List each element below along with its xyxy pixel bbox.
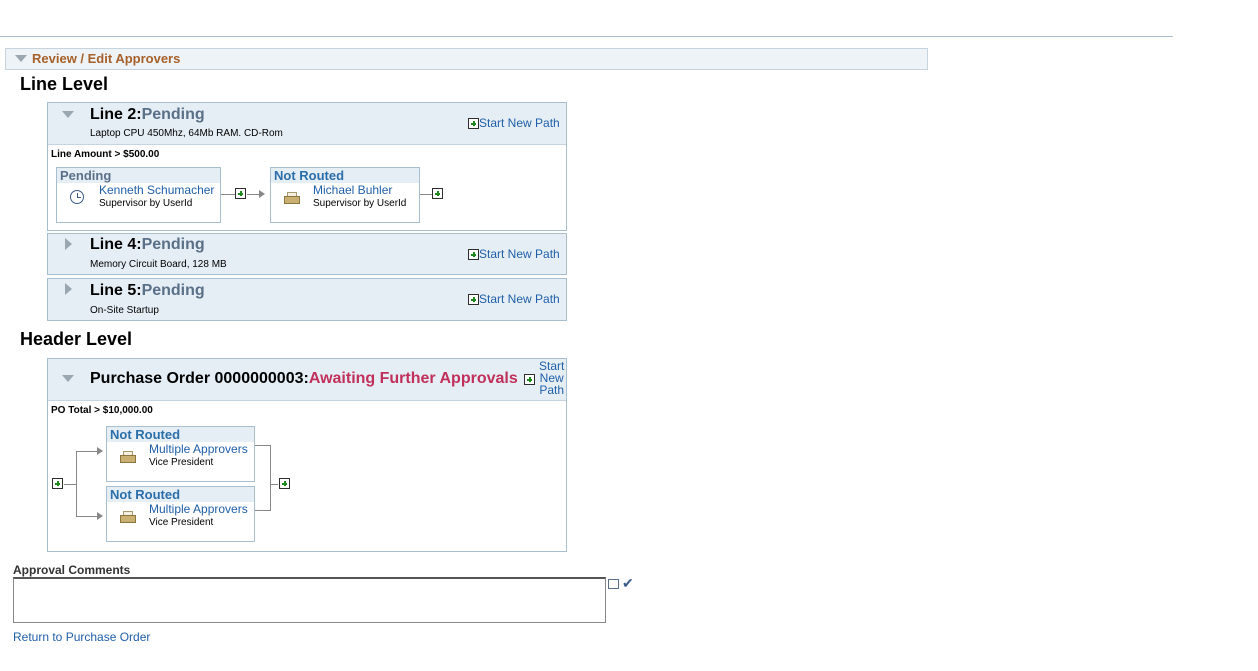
line-5-status: Pending [141, 282, 205, 299]
line-5-description: On-Site Startup [90, 305, 159, 316]
line-5-header: Line 5:Pending On-Site Startup Start New… [48, 279, 566, 320]
line-5-panel: Line 5:Pending On-Site Startup Start New… [47, 278, 567, 321]
connector-line [221, 194, 235, 195]
approver-name-link[interactable]: Multiple Approvers [149, 442, 248, 456]
spell-check-icon[interactable]: ✔ [622, 575, 634, 592]
line-2-criteria: Line Amount > $500.00 [51, 149, 160, 160]
purchase-order-header: Purchase Order 0000000003:Awaiting Furth… [48, 359, 566, 401]
insert-approver-icon[interactable] [279, 478, 290, 489]
line-2-start-new-path[interactable]: Start New Path [468, 116, 560, 130]
approval-comments-input[interactable] [13, 577, 606, 623]
arrow-right-icon [97, 512, 103, 520]
connector-line [76, 451, 77, 517]
approver-name-link[interactable]: Multiple Approvers [149, 502, 248, 516]
step-status: Not Routed [107, 427, 254, 442]
add-path-icon[interactable] [468, 294, 479, 306]
add-path-icon[interactable] [468, 118, 479, 130]
approver-name-link[interactable]: Michael Buhler [313, 183, 392, 197]
add-path-icon[interactable] [524, 374, 535, 385]
connector-line [270, 484, 278, 485]
insert-approver-icon[interactable] [432, 188, 443, 199]
inbox-icon [120, 451, 136, 463]
header-level-title: Header Level [20, 329, 133, 349]
step-status: Not Routed [107, 487, 254, 502]
connector-line [420, 194, 432, 195]
approver-step-kenneth: Pending Kenneth Schumacher Supervisor by… [56, 167, 221, 223]
line-2-panel: Line 2:Pending Laptop CPU 450Mhz, 64Mb R… [47, 102, 567, 231]
line-4-description: Memory Circuit Board, 128 MB [90, 259, 227, 270]
connector-line [255, 510, 270, 511]
approval-comments-label: Approval Comments [13, 563, 131, 577]
insert-approver-icon[interactable] [235, 188, 246, 199]
po-status: Awaiting Further Approvals [308, 370, 518, 387]
collapse-triangle-icon[interactable] [15, 55, 27, 62]
line-2-status: Pending [141, 106, 205, 123]
expand-triangle-icon[interactable] [65, 283, 72, 295]
approver-step-vp-2: Not Routed Multiple Approvers Vice Presi… [106, 486, 255, 542]
line-level-title: Line Level [20, 74, 109, 94]
approver-step-vp-1: Not Routed Multiple Approvers Vice Presi… [106, 426, 255, 482]
section-title: Review / Edit Approvers [32, 51, 181, 66]
line-2-description: Laptop CPU 450Mhz, 64Mb RAM. CD-Rom [90, 128, 283, 139]
inbox-icon [284, 192, 300, 204]
line-4-header: Line 4:Pending Memory Circuit Board, 128… [48, 234, 566, 274]
review-edit-approvers-header[interactable]: Review / Edit Approvers [5, 48, 928, 70]
line-4-title: Line 4:Pending [90, 236, 205, 253]
line-5-title: Line 5:Pending [90, 282, 205, 299]
connector-line [255, 445, 270, 446]
approver-role: Supervisor by UserId [313, 198, 407, 209]
approver-step-michael: Not Routed Michael Buhler Supervisor by … [270, 167, 420, 223]
connector-line [270, 445, 271, 511]
collapse-triangle-icon[interactable] [62, 111, 74, 118]
step-status: Pending [57, 168, 220, 183]
po-criteria: PO Total > $10,000.00 [51, 405, 153, 416]
line-5-start-new-path[interactable]: Start New Path [468, 292, 560, 306]
approver-name-link[interactable]: Kenneth Schumacher [99, 183, 214, 197]
line-2-header: Line 2:Pending Laptop CPU 450Mhz, 64Mb R… [48, 103, 566, 145]
line-4-status: Pending [141, 236, 205, 253]
line-2-title: Line 2:Pending [90, 106, 205, 123]
expand-textarea-icon[interactable] [608, 579, 619, 589]
line-4-start-new-path[interactable]: Start New Path [468, 247, 560, 261]
approver-role: Supervisor by UserId [99, 198, 193, 209]
purchase-order-panel: Purchase Order 0000000003:Awaiting Furth… [47, 358, 567, 552]
connector-line [76, 451, 98, 452]
connector-line [64, 484, 76, 485]
top-divider [0, 36, 1173, 37]
return-to-purchase-order-link[interactable]: Return to Purchase Order [13, 630, 150, 644]
inbox-icon [120, 511, 136, 523]
approver-role: Vice President [149, 457, 214, 468]
arrow-right-icon [259, 190, 265, 198]
insert-approver-icon[interactable] [52, 478, 63, 489]
expand-triangle-icon[interactable] [65, 238, 72, 250]
approver-role: Vice President [149, 517, 214, 528]
line-4-panel: Line 4:Pending Memory Circuit Board, 128… [47, 233, 567, 275]
clock-icon [70, 190, 84, 204]
step-status: Not Routed [271, 168, 419, 183]
arrow-right-icon [97, 447, 103, 455]
connector-line [247, 194, 259, 195]
add-path-icon[interactable] [468, 249, 479, 261]
po-start-new-path[interactable]: Start New Path [539, 360, 564, 396]
collapse-triangle-icon[interactable] [62, 375, 74, 382]
po-title: Purchase Order 0000000003:Awaiting Furth… [90, 370, 518, 387]
connector-line [76, 516, 98, 517]
